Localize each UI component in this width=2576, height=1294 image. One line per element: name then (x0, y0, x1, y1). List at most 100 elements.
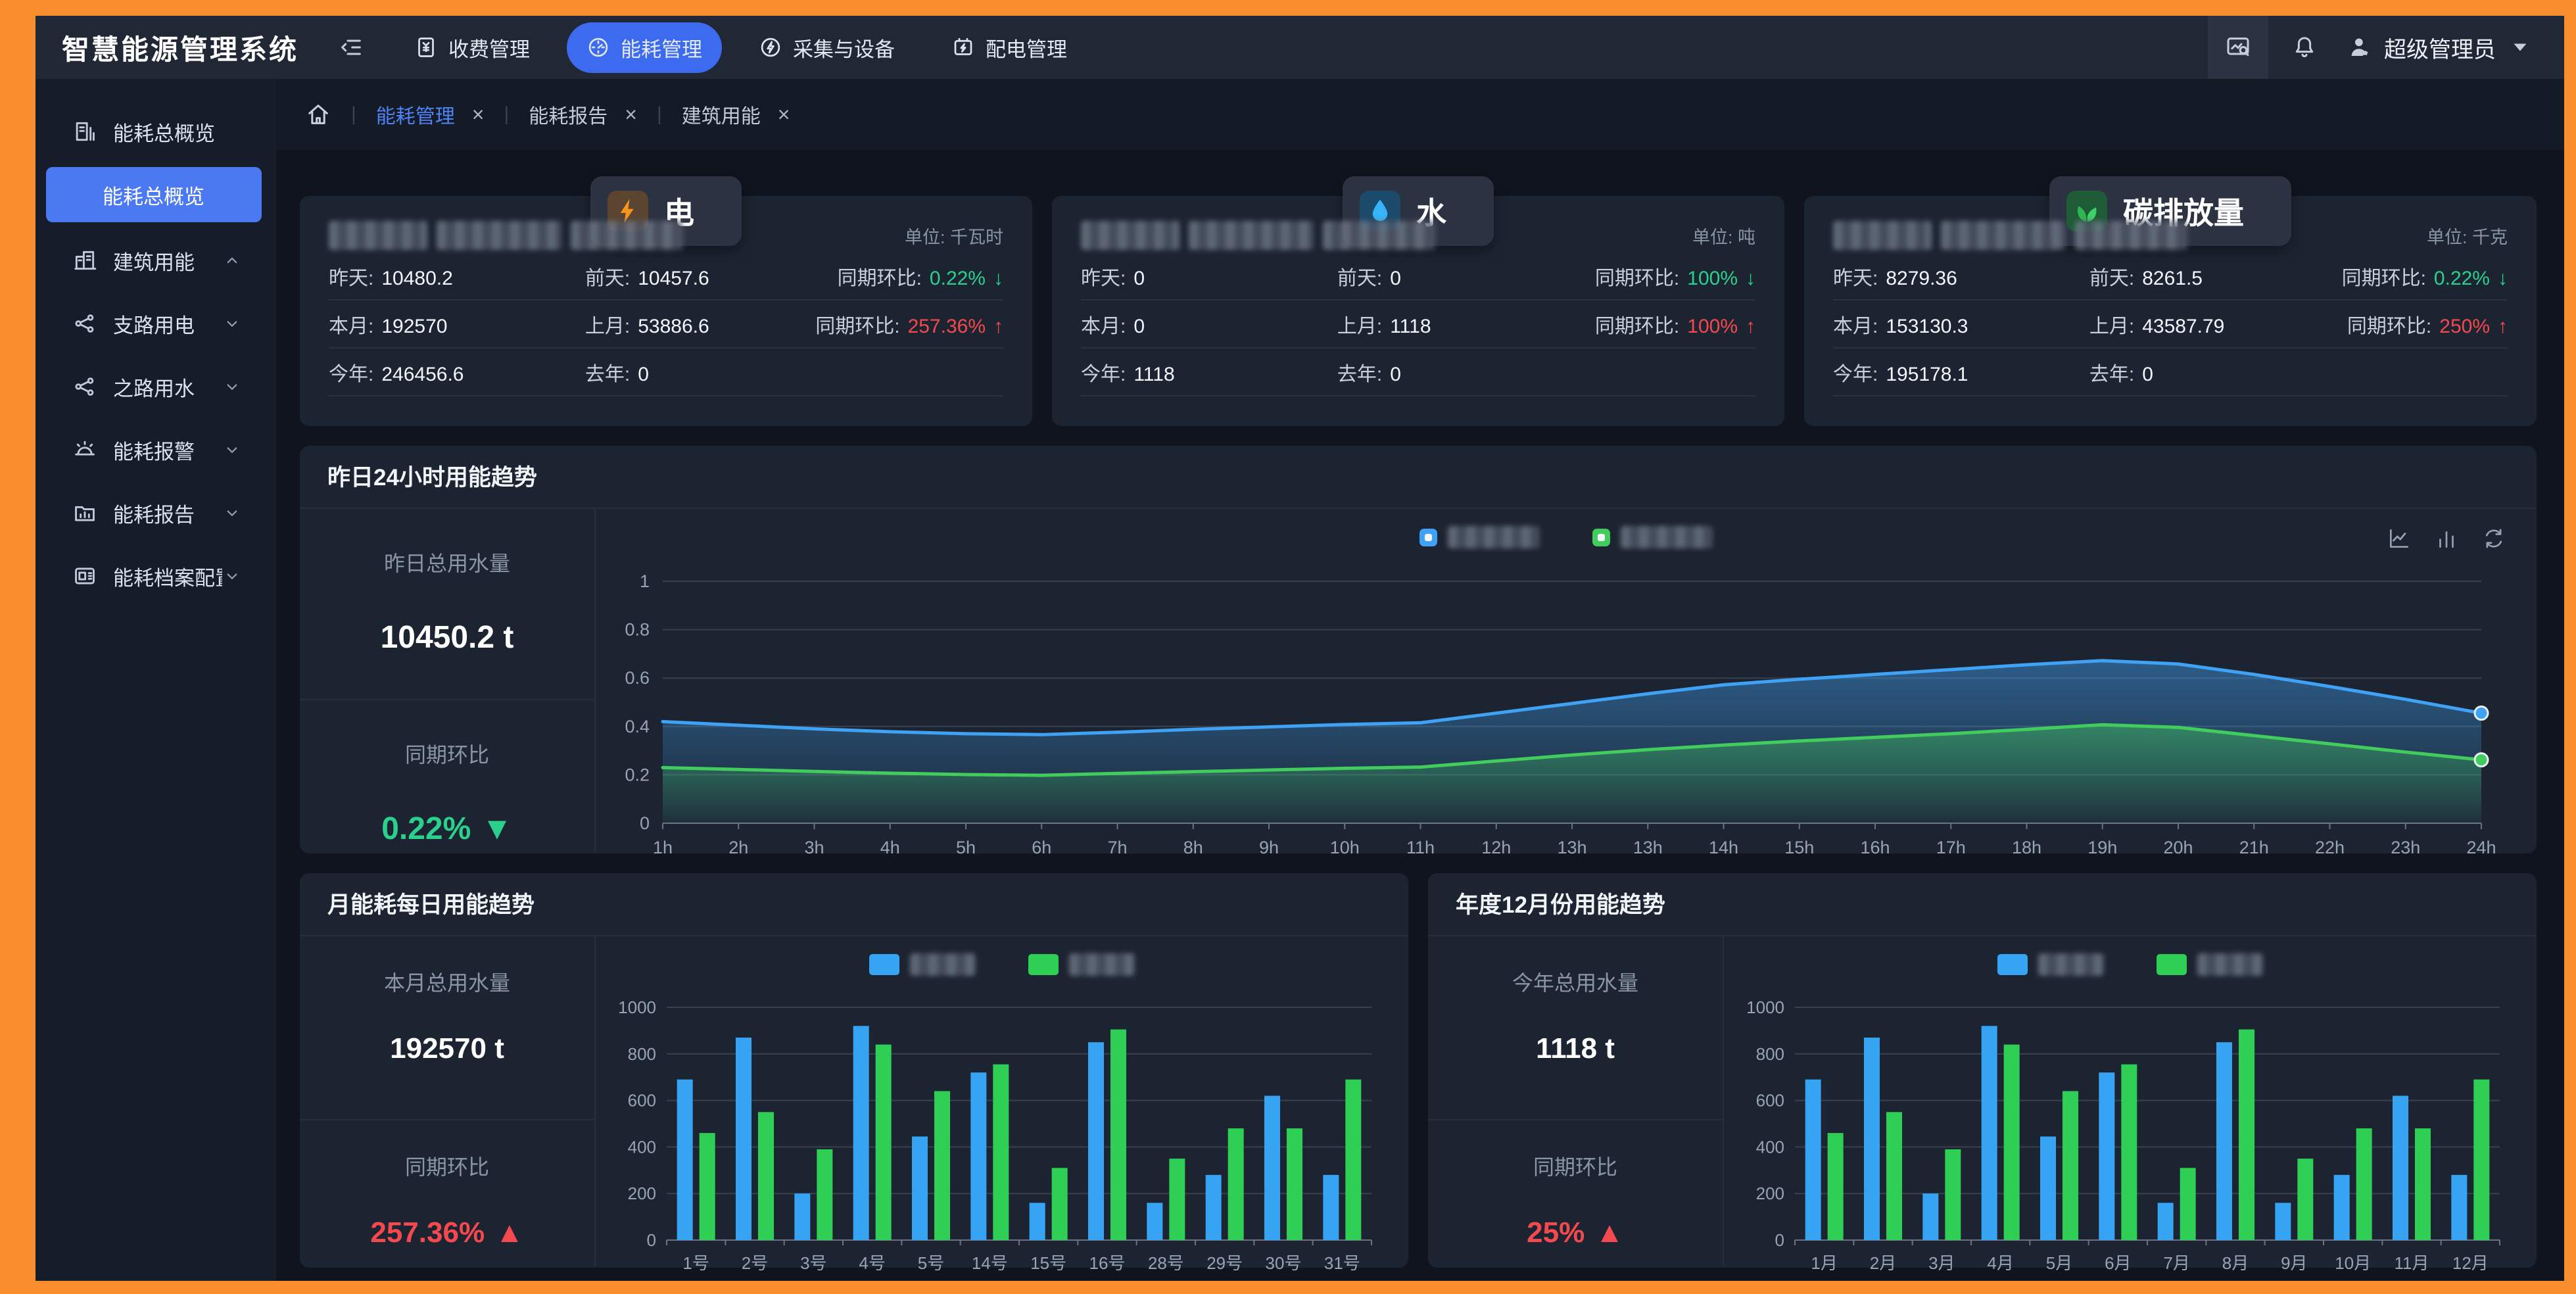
legend-item-1[interactable] (2157, 953, 2263, 976)
alarm-icon (72, 437, 97, 462)
card-cell-value: 100% (1687, 316, 1738, 338)
sidebar-item-5[interactable]: 能耗报警 (36, 418, 276, 481)
sidebar-item-1[interactable]: 能耗总概览 (46, 167, 262, 222)
card-unit-label: 单位: 千瓦时 (905, 223, 1003, 249)
top-menu-item-2[interactable]: 采集与设备 (739, 22, 915, 73)
stat-value: 10450.2 t (381, 619, 514, 656)
legend-item-1[interactable] (1028, 953, 1135, 976)
menu-collapse-icon[interactable] (338, 34, 364, 60)
card-cell: 本月:153130.3 (1833, 310, 2089, 339)
card-cell: 本月:0 (1081, 310, 1337, 339)
refresh-icon[interactable] (2481, 526, 2506, 551)
archive-icon (72, 563, 97, 588)
user-menu[interactable]: 超级管理员 (2347, 32, 2533, 64)
card-cell-label: 同期环比: (2347, 310, 2431, 339)
card-cell: 昨天:8279.36 (1833, 262, 2089, 291)
report-preview-button[interactable] (2208, 16, 2268, 79)
sidebar-item-0[interactable]: 能耗总概览 (36, 100, 276, 163)
svg-text:21h: 21h (2239, 838, 2269, 857)
card-top-row: 单位: 吨 (1081, 218, 1755, 252)
card-row-0: 昨天:8279.36前天:8261.5同期环比:0.22%↓ (1833, 252, 2508, 300)
app-header: 智慧能源管理系统 收费管理能耗管理采集与设备配电管理 超级管理员 (36, 16, 2564, 79)
hourly-trend-panel: 昨日24小时用能趋势 昨日总用水量 10450.2 t 同期环比 0.22%▼ (300, 446, 2537, 853)
svg-text:1000: 1000 (618, 997, 656, 1017)
compare-arrow-icon: ↓ (1746, 268, 1755, 290)
sidebar-item-4[interactable]: 之路用水 (36, 355, 276, 418)
stat-compare-label: 同期环比 (405, 738, 489, 769)
top-menu-item-0[interactable]: 收费管理 (394, 22, 550, 73)
legend-label-redacted (2038, 953, 2104, 976)
panel-title: 年度12月份用能趋势 (1428, 873, 2537, 936)
card-cell-value: 257.36% (908, 316, 986, 338)
tab-close-icon[interactable]: × (625, 104, 637, 125)
sidebar-item-2[interactable]: 建筑用能 (36, 229, 276, 292)
svg-text:10月: 10月 (2335, 1253, 2371, 1273)
bar-chart-icon[interactable] (2434, 526, 2459, 551)
monthly-stat-column: 今年总用水量 1118 t 同期环比 25%▲ (1428, 936, 1724, 1266)
svg-text:28号: 28号 (1148, 1253, 1184, 1273)
redacted-text-block (1323, 221, 1435, 250)
chevron-down-icon (222, 503, 242, 523)
notifications-button[interactable] (2268, 16, 2341, 79)
redacted-text-block (1081, 221, 1180, 250)
sidebar-item-6[interactable]: 能耗报告 (36, 481, 276, 544)
branch-icon (72, 311, 97, 336)
card-cell-value: 0.22% (2434, 268, 2490, 290)
top-menu-item-1[interactable]: 能耗管理 (567, 22, 722, 73)
home-icon[interactable] (305, 101, 331, 128)
card-cell-label: 本月: (329, 310, 373, 339)
tab-separator: | (504, 103, 509, 126)
compare-arrow-icon: ↑ (1746, 316, 1755, 338)
app-title: 智慧能源管理系统 (62, 28, 298, 68)
card-cell: 去年:0 (585, 358, 815, 387)
trend-arrow-icon: ▼ (481, 811, 513, 847)
card-cell-value: 246456.6 (381, 364, 464, 386)
svg-text:400: 400 (628, 1137, 656, 1157)
card-cell-value: 10457.6 (638, 268, 709, 290)
tab-close-icon[interactable]: × (472, 104, 485, 125)
svg-text:1号: 1号 (682, 1253, 709, 1273)
card-cell-label: 前天: (585, 262, 630, 291)
tab-close-icon[interactable]: × (778, 104, 790, 125)
sidebar-item-label: 能耗档案配置 (113, 562, 222, 591)
stat-label: 昨日总用水量 (384, 547, 510, 577)
tab-0[interactable]: 能耗管理× (376, 100, 485, 129)
stat-value: 1118 t (1536, 1032, 1615, 1065)
sidebar-item-7[interactable]: 能耗档案配置 (36, 544, 276, 608)
card-cell-label: 本月: (1081, 310, 1126, 339)
hourly-line-chart[interactable]: 00.20.40.60.811h2h3h4h5h6h7h8h9h10h11h12… (615, 572, 2509, 864)
card-title-redacted (1833, 221, 2187, 250)
card-cell-value: 0 (638, 364, 649, 386)
svg-text:3月: 3月 (1928, 1253, 1955, 1273)
monthly-bar-chart[interactable]: 020040060080010001月2月3月4月5月6月7月8月9月10月11… (1737, 997, 2513, 1278)
svg-text:2h: 2h (728, 838, 748, 857)
card-cell: 昨天:10480.2 (329, 262, 585, 291)
tab-label: 建筑用能 (682, 100, 761, 129)
card-cell-label: 同期环比: (1595, 262, 1679, 291)
legend-item-1[interactable] (1592, 526, 1713, 548)
legend-item-0[interactable] (1997, 953, 2104, 976)
legend-item-0[interactable] (869, 953, 976, 976)
bell-icon (2291, 34, 2318, 60)
top-menu: 收费管理能耗管理采集与设备配电管理 (394, 22, 1087, 73)
redacted-text-block (1189, 221, 1314, 250)
card-cell: 前天:8261.5 (2089, 262, 2319, 291)
branch-icon (72, 374, 97, 399)
monthly-chart-area: 020040060080010001月2月3月4月5月6月7月8月9月10月11… (1724, 936, 2537, 1266)
sidebar-item-3[interactable]: 支路用电 (36, 292, 276, 355)
sidebar-item-label: 能耗总概览 (113, 117, 258, 147)
tab-2[interactable]: 建筑用能 × (682, 100, 790, 129)
card-row-0: 昨天:0前天:0同期环比:100%↓ (1081, 252, 1755, 300)
svg-text:400: 400 (1756, 1137, 1784, 1157)
card-cell: 同期环比:0.22%↓ (815, 262, 1003, 291)
tab-1[interactable]: 能耗报告× (529, 100, 637, 129)
svg-text:23h: 23h (2391, 838, 2420, 857)
legend-swatch (1028, 954, 1059, 975)
svg-text:22h: 22h (2315, 838, 2345, 857)
line-chart-icon[interactable] (2387, 526, 2412, 551)
svg-text:0.8: 0.8 (625, 620, 650, 640)
daily-bar-chart[interactable]: 020040060080010001号2号3号4号5号14号15号16号28号2… (609, 997, 1385, 1278)
top-menu-item-3[interactable]: 配电管理 (932, 22, 1087, 73)
legend-item-0[interactable] (1419, 526, 1540, 548)
user-icon (2347, 35, 2372, 60)
